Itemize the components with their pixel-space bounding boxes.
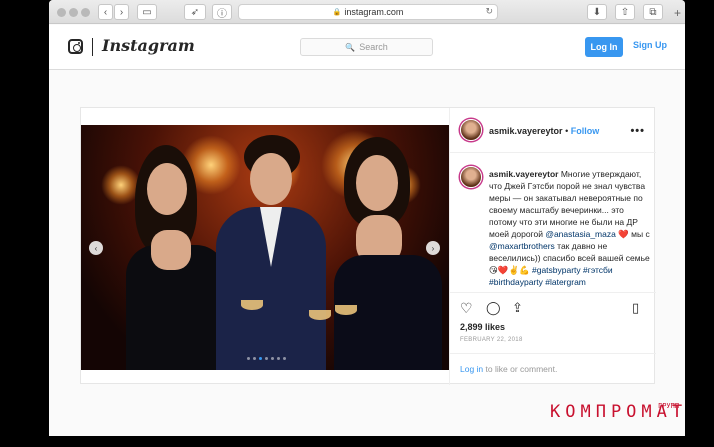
caption-username[interactable]: asmik.vayereytor [489, 169, 558, 179]
caption-avatar[interactable] [460, 166, 482, 188]
watermark-small-text: ГРУПП [658, 402, 680, 410]
new-tab-button[interactable]: + [674, 6, 681, 20]
search-placeholder: Search [359, 42, 388, 52]
hashtag-latergram[interactable]: #latergram [545, 277, 586, 287]
search-icon: 🔍 [345, 42, 356, 52]
search-input[interactable]: 🔍 Search [300, 38, 433, 56]
zoom-window-button[interactable] [81, 8, 90, 17]
tabs-icon: ⧉ [649, 6, 657, 18]
signup-link[interactable]: Sign Up [633, 40, 667, 50]
downloads-button[interactable]: ⬇ [587, 4, 607, 20]
forward-button[interactable]: › [114, 4, 129, 20]
bookmark-icon[interactable]: ▯ [632, 300, 639, 316]
instagram-glyph-icon[interactable] [68, 39, 83, 54]
likes-count[interactable]: 2,899 likes [460, 322, 505, 332]
extension-button[interactable]: ➶ [184, 4, 206, 20]
hashtag-birthdayparty[interactable]: #birthdayparty [489, 277, 543, 287]
person-left [121, 145, 231, 370]
close-window-button[interactable] [57, 8, 66, 17]
share-button[interactable]: ⇧ [615, 4, 635, 20]
post-photo[interactable]: ‹ › [81, 125, 449, 370]
mention-maxartbrothers[interactable]: @maxartbrothers [489, 241, 555, 251]
heart-icon[interactable]: ♡ [460, 300, 473, 317]
carousel-prev-button[interactable]: ‹ [89, 241, 103, 255]
back-button[interactable]: ‹ [98, 4, 113, 20]
carousel-dot [259, 357, 262, 360]
carousel-dot [277, 357, 280, 360]
caption-heart: ❤️ [618, 229, 629, 239]
download-icon: ⬇ [592, 6, 602, 18]
caption-text-2: мы с [628, 229, 650, 239]
cursor-icon: ➶ [190, 6, 200, 18]
chevron-left-icon: ‹ [94, 243, 98, 253]
post-author-line: asmik.vayereytor • Follow [489, 126, 599, 136]
follow-button[interactable]: Follow [571, 126, 600, 136]
author-username[interactable]: asmik.vayereytor [489, 126, 563, 136]
comment-icon[interactable]: ◯ [486, 300, 501, 316]
chevron-left-icon: ‹ [103, 6, 108, 18]
instagram-logo[interactable]: Instagram [102, 36, 195, 55]
carousel-dot [247, 357, 250, 360]
mention-anastasia[interactable]: @anastasia_maza [545, 229, 616, 239]
share-icon[interactable]: ⇪ [512, 300, 523, 316]
share-icon: ⇧ [620, 6, 630, 18]
chevron-right-icon: › [119, 6, 124, 18]
sidebar-icon: ▭ [142, 6, 152, 18]
tabs-button[interactable]: ⧉ [643, 4, 663, 20]
lock-icon: 🔒 [332, 9, 342, 16]
browser-window: ‹ › ▭ ➶ ⓘ 🔒 instagram.com ↻ ⬇ ⇧ ⧉ + Inst… [49, 0, 685, 436]
post-actions: ♡ ◯ ⇪ ▯ [460, 300, 650, 318]
login-button[interactable]: Log In [585, 37, 623, 57]
header-divider [92, 38, 93, 56]
carousel-dot [283, 357, 286, 360]
carousel-indicator [247, 357, 286, 360]
browser-toolbar: ‹ › ▭ ➶ ⓘ 🔒 instagram.com ↻ ⬇ ⇧ ⧉ + [49, 0, 685, 24]
info-icon: ⓘ [217, 8, 227, 20]
author-avatar[interactable] [460, 119, 482, 141]
post-date: FEBRUARY 22, 2018 [460, 337, 523, 343]
follow-separator: • [565, 126, 569, 136]
address-url: instagram.com [344, 7, 404, 17]
sidebar-toggle-button[interactable]: ▭ [137, 4, 157, 20]
privacy-button[interactable]: ⓘ [212, 4, 232, 20]
carousel-dot [253, 357, 256, 360]
comment-prompt: Log in to like or comment. [450, 353, 656, 385]
post-card: ‹ › asmik.vayereytor • Follow ••• asmik.… [80, 107, 656, 385]
instagram-header: Instagram 🔍 Search Log In Sign Up [49, 25, 685, 70]
reload-icon[interactable]: ↻ [485, 6, 493, 17]
post-sidebar: asmik.vayereytor • Follow ••• asmik.vaye… [449, 108, 656, 385]
hashtag-gatsbyparty[interactable]: #gatsbyparty [532, 265, 581, 275]
carousel-dot [271, 357, 274, 360]
person-center [216, 135, 326, 370]
carousel-dot [265, 357, 268, 360]
carousel-next-button[interactable]: › [426, 241, 440, 255]
comment-prompt-text: to like or comment. [483, 364, 558, 374]
minimize-window-button[interactable] [69, 8, 78, 17]
chevron-right-icon: › [431, 243, 435, 253]
more-options-icon[interactable]: ••• [630, 125, 645, 137]
address-bar[interactable]: 🔒 instagram.com ↻ [238, 4, 498, 20]
post-caption: asmik.vayereytor Многие утверждают, что … [489, 168, 651, 288]
login-link[interactable]: Log in [460, 364, 483, 374]
hashtag-gatsby-ru[interactable]: #гэтсби [583, 265, 613, 275]
